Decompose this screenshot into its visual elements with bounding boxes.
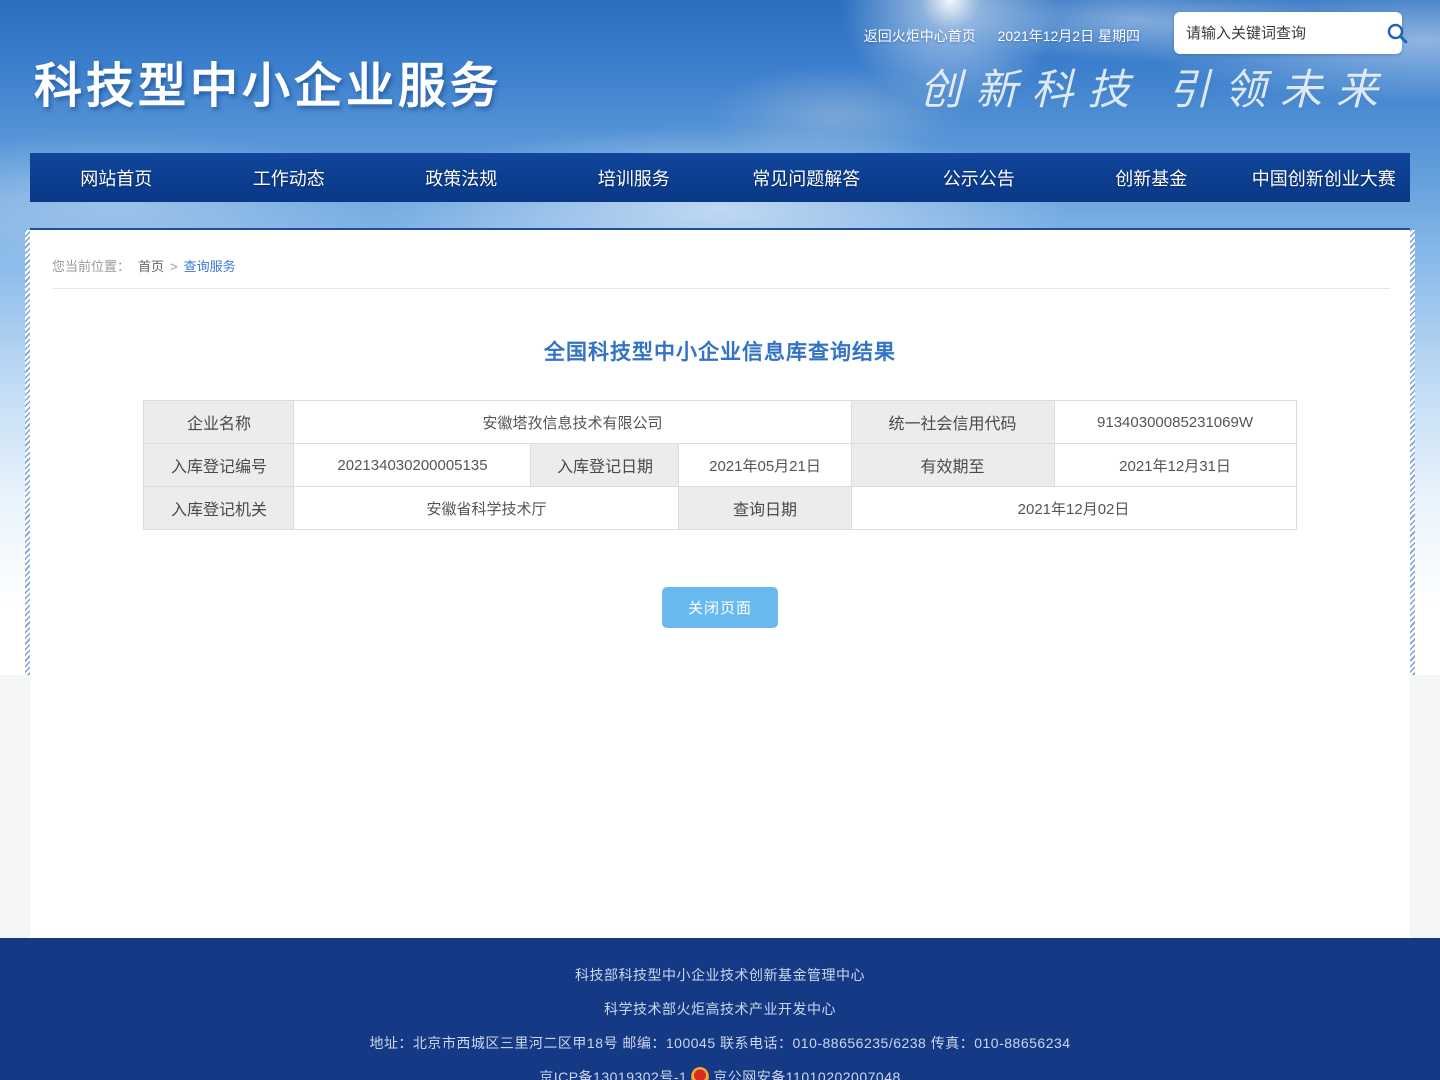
page-title: 全国科技型中小企业信息库查询结果 [30,336,1410,366]
current-date: 2021年12月2日 星期四 [998,28,1140,44]
label-query-date: 查询日期 [679,487,851,530]
table-row: 企业名称 安徽塔孜信息技术有限公司 统一社会信用代码 9134030008523… [144,401,1296,444]
label-registration-date: 入库登记日期 [531,444,679,487]
footer-org-line1: 科技部科技型中小企业技术创新基金管理中心 [0,965,1440,985]
value-registration-authority: 安徽省科学技术厅 [294,487,679,530]
nav-item-training[interactable]: 培训服务 [548,153,721,202]
value-registration-number: 202134030200005135 [294,444,531,487]
breadcrumb-home-link[interactable]: 首页 [138,259,164,274]
nav-item-faq[interactable]: 常见问题解答 [720,153,893,202]
search-box[interactable] [1174,12,1402,54]
label-credit-code: 统一社会信用代码 [851,401,1054,444]
footer-contact-line: 地址：北京市西城区三里河二区甲18号 邮编：100045 联系电话：010-88… [0,1033,1440,1053]
lower-content-strip [30,675,1410,938]
label-company-name: 企业名称 [144,401,294,444]
label-valid-until: 有效期至 [851,444,1054,487]
topbar: 返回火炬中心首页 2021年12月2日 星期四 [864,26,1140,46]
nav-item-announcements[interactable]: 公示公告 [893,153,1066,202]
query-result-table: 企业名称 安徽塔孜信息技术有限公司 统一社会信用代码 9134030008523… [143,400,1296,530]
torch-home-link[interactable]: 返回火炬中心首页 [864,28,976,44]
search-button[interactable] [1385,19,1409,47]
value-company-name: 安徽塔孜信息技术有限公司 [294,401,851,444]
breadcrumb: 您当前位置： 首页 > 查询服务 [30,230,1410,275]
nav-item-innovation-fund[interactable]: 创新基金 [1065,153,1238,202]
police-badge-icon [691,1067,709,1080]
breadcrumb-divider [52,288,1390,289]
site-logo: 科技型中小企业服务 [34,46,502,116]
footer-org-line2: 科学技术部火炬高技术产业开发中心 [0,999,1440,1019]
icp-link[interactable]: 京ICP备13019302号-1 [539,1067,687,1080]
value-registration-date: 2021年05月21日 [679,444,851,487]
nav-item-home[interactable]: 网站首页 [30,153,203,202]
footer-registration-line: 京ICP备13019302号-1 京公网安备11010202007048 [0,1067,1440,1080]
value-query-date: 2021年12月02日 [851,487,1296,530]
sky-header: 返回火炬中心首页 2021年12月2日 星期四 科技型中小企业服务 创新科技 引… [0,0,1440,675]
close-page-button[interactable]: 关闭页面 [662,587,778,628]
main-nav: 网站首页 工作动态 政策法规 培训服务 常见问题解答 公示公告 创新基金 中国创… [30,153,1410,202]
value-valid-until: 2021年12月31日 [1054,444,1296,487]
slogan-text: 创新科技 引领未来 [919,56,1392,117]
value-credit-code: 91340300085231069W [1054,401,1296,444]
nav-item-competition[interactable]: 中国创新创业大赛 [1238,153,1411,202]
breadcrumb-prefix: 您当前位置： [52,259,130,274]
nav-item-work-news[interactable]: 工作动态 [203,153,376,202]
label-registration-number: 入库登记编号 [144,444,294,487]
label-registration-authority: 入库登记机关 [144,487,294,530]
nav-item-policies[interactable]: 政策法规 [375,153,548,202]
breadcrumb-separator: > [170,259,178,274]
table-row: 入库登记编号 202134030200005135 入库登记日期 2021年05… [144,444,1296,487]
content-panel: 您当前位置： 首页 > 查询服务 全国科技型中小企业信息库查询结果 企业名称 安徽塔孜… [30,228,1410,675]
search-icon [1385,21,1409,45]
site-footer: 科技部科技型中小企业技术创新基金管理中心 科学技术部火炬高技术产业开发中心 地址… [0,938,1440,1080]
police-record-link[interactable]: 京公网安备11010202007048 [713,1067,900,1080]
breadcrumb-current-link[interactable]: 查询服务 [184,259,236,274]
search-input[interactable] [1186,25,1385,42]
table-row: 入库登记机关 安徽省科学技术厅 查询日期 2021年12月02日 [144,487,1296,530]
